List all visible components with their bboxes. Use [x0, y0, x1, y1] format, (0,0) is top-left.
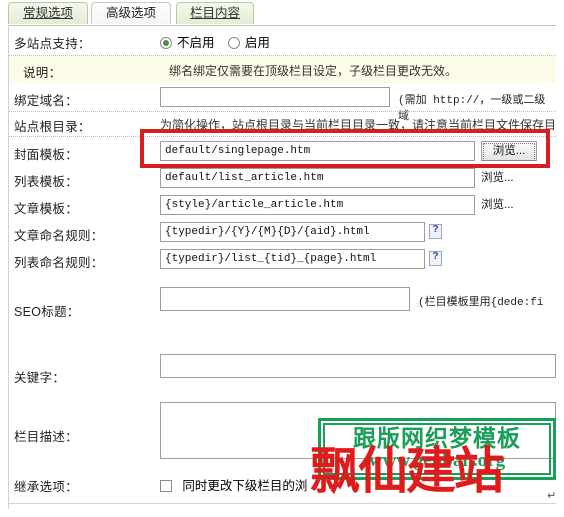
row-article-template: 文章模板： 浏览...	[0, 192, 556, 218]
list-template-input[interactable]	[160, 168, 475, 188]
cover-template-input[interactable]	[160, 141, 475, 161]
tab-column-content[interactable]: 栏目内容	[176, 2, 254, 24]
label-seo-title: SEO标题：	[14, 305, 80, 319]
list-naming-help-icon[interactable]	[429, 251, 442, 266]
tab-advanced-label: 高级选项	[105, 6, 156, 20]
tab-column-content-label: 栏目内容	[189, 6, 240, 20]
radio-enable-label: 启用	[244, 36, 270, 50]
list-template-browse-button[interactable]: 浏览...	[481, 169, 514, 185]
tab-bar: 常规选项 高级选项 栏目内容	[0, 0, 564, 26]
label-keywords: 关键字：	[14, 371, 66, 385]
column-description-textarea[interactable]	[160, 402, 556, 459]
explain-text: 绑名绑定仅需要在顶级栏目设定，子级栏目更改无效。	[169, 64, 458, 78]
row-column-description: 栏目描述：	[0, 400, 556, 466]
row-inherit-options: 继承选项： 同时更改下级栏目的浏	[0, 470, 556, 496]
label-list-naming-rule: 列表命名规则：	[14, 256, 104, 270]
bind-domain-input[interactable]	[160, 87, 390, 107]
row-list-template: 列表模板： 浏览...	[0, 165, 556, 191]
label-article-template: 文章模板：	[14, 202, 79, 216]
row-cover-template: 封面模板： 浏览...	[0, 138, 556, 164]
tab-general[interactable]: 常规选项	[8, 2, 88, 24]
tab-general-label: 常规选项	[22, 6, 73, 20]
row-article-naming-rule: 文章命名规则：	[0, 219, 556, 245]
separator-3	[9, 136, 556, 137]
article-template-browse-button[interactable]: 浏览...	[481, 196, 514, 212]
cover-template-browse-label: 浏览...	[483, 143, 535, 161]
list-naming-rule-input[interactable]	[160, 249, 425, 269]
label-inherit-options: 继承选项：	[14, 480, 79, 494]
label-article-naming-rule: 文章命名规则：	[14, 229, 104, 243]
row-keywords: 关键字：	[0, 352, 556, 398]
paragraph-mark: ↵	[547, 490, 557, 502]
label-column-description: 栏目描述：	[14, 430, 79, 444]
label-site-root: 站点根目录：	[14, 120, 91, 134]
row-seo-title: SEO标题： (栏目模板里用{dede:fi	[0, 285, 556, 331]
article-naming-rule-input[interactable]	[160, 222, 425, 242]
label-list-template: 列表模板：	[14, 175, 79, 189]
keywords-input[interactable]	[160, 354, 556, 378]
inherit-sub-columns-label: 同时更改下级栏目的浏	[182, 479, 308, 493]
seo-title-input[interactable]	[160, 287, 410, 311]
multisite-radio-group: 不启用 启用	[160, 32, 280, 51]
row-site-root: 站点根目录： 为简化操作，站点根目录与当前栏目目录一致，请注意当前栏目文件保存目	[0, 112, 556, 136]
radio-disable-label: 不启用	[177, 36, 215, 50]
row-multisite-support: 多站点支持： 不启用 启用	[0, 28, 556, 54]
tab-advanced[interactable]: 高级选项	[91, 2, 171, 24]
row-explain: 说明： 绑名绑定仅需要在顶级栏目设定，子级栏目更改无效。	[9, 56, 556, 83]
seo-title-hint: (栏目模板里用{dede:fi	[418, 297, 544, 309]
radio-enable[interactable]	[227, 37, 240, 49]
row-list-naming-rule: 列表命名规则：	[0, 246, 556, 272]
panel-bottom-border	[8, 503, 556, 504]
site-root-text: 为简化操作，站点根目录与当前栏目目录一致，请注意当前栏目文件保存目	[160, 118, 557, 132]
label-explain: 说明：	[23, 66, 62, 80]
row-bind-domain: 绑定域名： (需加 http://，一级或二级域	[0, 84, 556, 123]
label-cover-template: 封面模板：	[14, 148, 79, 162]
label-bind-domain: 绑定域名：	[14, 94, 79, 108]
article-naming-help-icon[interactable]	[429, 224, 442, 239]
article-template-input[interactable]	[160, 195, 475, 215]
label-multisite-support: 多站点支持：	[14, 37, 91, 51]
cover-template-browse-button[interactable]: 浏览...	[481, 141, 537, 161]
inherit-sub-columns-checkbox[interactable]	[160, 480, 172, 492]
radio-disable[interactable]	[160, 37, 172, 49]
